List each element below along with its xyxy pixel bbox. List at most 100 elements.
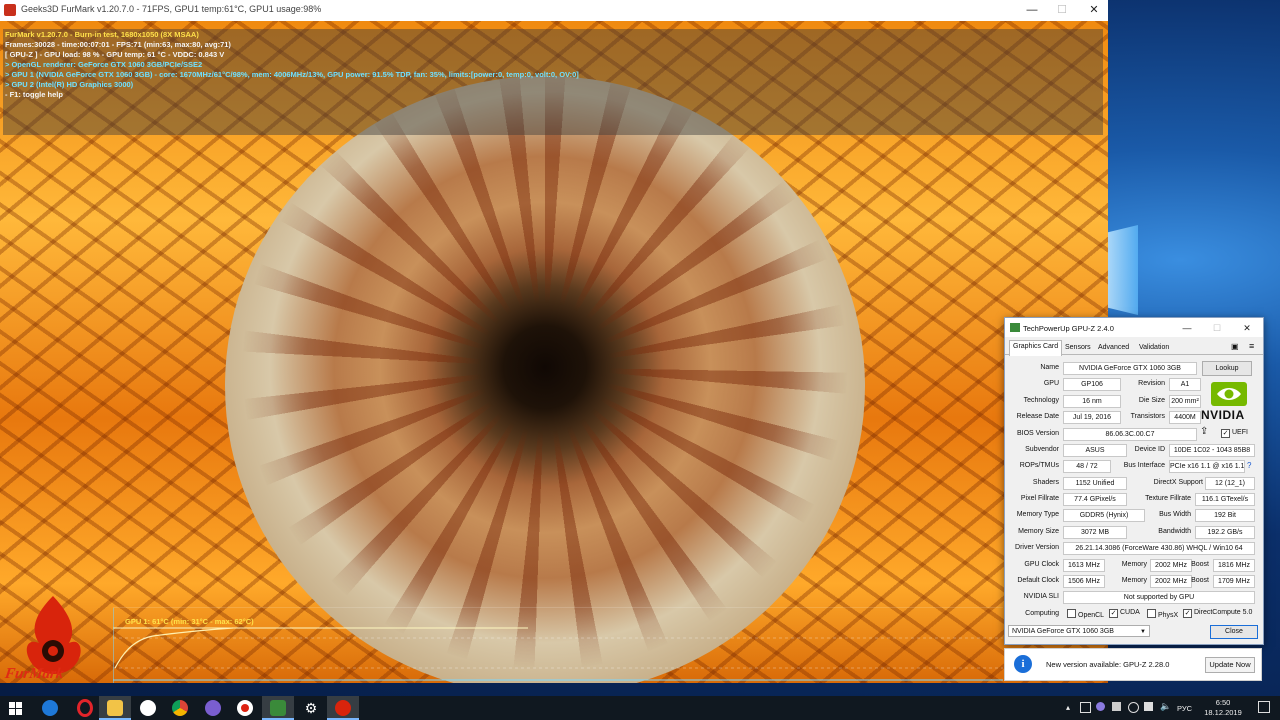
tab-advanced[interactable]: Advanced [1095,342,1132,354]
value-default-boost: 1709 MHz [1213,575,1255,588]
windows-logo-icon [9,702,22,715]
furmark-title: Geeks3D FurMark v1.20.7.0 - 71FPS, GPU1 … [21,4,322,14]
value-gpu: GP106 [1063,378,1121,391]
viber-icon[interactable] [197,696,229,720]
update-notification: i New version available: GPU-Z 2.28.0 Up… [1004,648,1262,681]
edge-icon[interactable] [34,696,66,720]
opera-icon[interactable] [67,696,99,720]
menu-icon[interactable]: ≡ [1249,341,1254,351]
gpuz-titlebar[interactable]: TechPowerUp GPU-Z 2.4.0 — ☐ ✕ [1005,318,1263,337]
tray-chevron-icon[interactable]: ▴ [1066,703,1070,712]
label-memory-clock: Memory [1121,561,1147,568]
label-driver-version: Driver Version [1015,544,1059,551]
tray-network-icon[interactable] [1128,702,1139,713]
value-driver-version: 26.21.14.3086 (ForceWare 430.86) WHQL / … [1063,542,1255,555]
info-icon: i [1014,655,1032,673]
label-release-date: Release Date [1016,413,1059,420]
value-memory-clock: 2002 MHz [1150,559,1192,572]
furmark-window: Geeks3D FurMark v1.20.7.0 - 71FPS, GPU1 … [0,0,1108,683]
label-bandwidth: Bandwidth [1158,528,1191,535]
tab-graphics-card[interactable]: Graphics Card [1009,340,1063,356]
label-revision: Revision [1138,380,1165,387]
label-memory-size: Memory Size [1018,528,1059,535]
value-shaders: 1152 Unified [1063,477,1127,490]
value-default-memory: 2002 MHz [1150,575,1192,588]
chrome-icon[interactable] [164,696,196,720]
cuda-checkbox: ✓ CUDA [1109,609,1140,618]
clock-time[interactable]: 6:50 [1203,698,1243,707]
tray-viber-icon[interactable] [1096,702,1105,711]
gpu-temp-graph-label: GPU 1: 61°C (min: 31°C - max: 62°C) [125,617,254,626]
yandex-browser-icon[interactable] [132,696,164,720]
close-icon[interactable]: ✕ [1233,320,1261,336]
minimize-icon[interactable]: — [1173,320,1201,336]
value-revision: A1 [1169,378,1201,391]
label-gpu: GPU [1043,380,1059,387]
label-shaders: Shaders [1032,479,1059,486]
value-memory-type: GDDR5 (Hynix) [1063,509,1145,522]
chevron-down-icon: ▼ [1140,629,1146,635]
osd-line: - F1: toggle help [5,90,63,99]
maximize-icon[interactable]: ☐ [1048,2,1076,18]
tab-sensors[interactable]: Sensors [1062,342,1094,354]
notifications-icon[interactable] [1258,701,1270,713]
label-memory-type: Memory Type [1016,511,1059,518]
close-button[interactable]: Close [1210,625,1258,639]
osd-line: > GPU 2 (Intel(R) HD Graphics 3000) [5,80,134,89]
camera-icon[interactable]: ▣ [1231,342,1239,351]
tray-device-icon[interactable] [1112,702,1121,711]
label-name: Name [1040,364,1059,371]
value-memory-size: 3072 MB [1063,526,1127,539]
value-bus-width: 192 Bit [1195,509,1255,522]
gpuz-title: TechPowerUp GPU-Z 2.4.0 [1023,324,1114,333]
directcompute-checkbox: ✓ DirectCompute 5.0 [1183,609,1253,618]
label-die-size: Die Size [1138,397,1165,404]
update-now-button[interactable]: Update Now [1205,657,1255,673]
label-computing: Computing [1025,610,1059,617]
tray-display-icon[interactable] [1144,702,1153,711]
settings-icon[interactable]: ⚙ [295,696,327,720]
osd-line: [ GPU-Z ] - GPU load: 98 % - GPU temp: 6… [5,50,225,59]
label-rops-tmus: ROPs/TMUs [1019,462,1059,469]
language-indicator[interactable]: РУС [1177,704,1192,713]
value-bandwidth: 192.2 GB/s [1195,526,1255,539]
label-pixel-fillrate: Pixel Fillrate [1020,495,1059,502]
furmark-osd-panel: FurMark v1.20.7.0 - Burn-in test, 1680x1… [3,29,1103,135]
close-icon[interactable]: ✕ [1080,2,1108,18]
value-texture-fillrate: 116.1 GTexel/s [1195,493,1255,506]
label-boost-clock: Boost [1191,561,1209,568]
label-subvendor: Subvendor [1025,446,1059,453]
gpu-select-dropdown[interactable]: NVIDIA GeForce GTX 1060 3GB ▼ [1008,625,1150,637]
opencl-checkbox: OpenCL [1067,609,1104,619]
value-transistors: 4400M [1169,411,1201,424]
tray-app-icon[interactable] [1080,702,1091,713]
value-default-clock: 1506 MHz [1063,575,1105,588]
value-release-date: Jul 19, 2016 [1063,411,1121,424]
clock-date[interactable]: 18.12.2019 [1197,708,1249,717]
record-icon[interactable] [229,696,261,720]
gpuz-taskbar-icon[interactable] [262,696,294,720]
osd-line: > GPU 1 (NVIDIA GeForce GTX 1060 3GB) - … [5,70,579,79]
value-bios-version: 86.06.3C.00.C7 [1063,428,1197,441]
furmark-taskbar-icon[interactable] [327,696,359,720]
help-icon[interactable]: ? [1247,461,1251,470]
share-icon[interactable]: ⇪ [1200,426,1208,437]
windows-wallpaper-logo [1108,225,1138,315]
label-default-clock: Default Clock [1017,577,1059,584]
tab-validation[interactable]: Validation [1136,342,1172,354]
minimize-icon[interactable]: — [1018,2,1046,18]
value-nvidia-sli: Not supported by GPU [1063,591,1255,604]
update-message: New version available: GPU-Z 2.28.0 [1046,660,1170,669]
furmark-titlebar[interactable]: Geeks3D FurMark v1.20.7.0 - 71FPS, GPU1 … [0,0,1108,22]
volume-icon[interactable]: 🔈 [1160,701,1171,712]
label-directx-support: DirectX Support [1153,479,1203,486]
osd-line: Frames:30028 - time:00:07:01 - FPS:71 (m… [5,40,231,49]
value-technology: 16 nm [1063,395,1121,408]
value-boost-clock: 1816 MHz [1213,559,1255,572]
label-technology: Technology [1023,397,1059,404]
file-explorer-icon[interactable] [99,696,131,720]
lookup-button[interactable]: Lookup [1202,361,1252,376]
maximize-icon[interactable]: ☐ [1203,320,1231,336]
windows-start-icon[interactable] [0,696,32,720]
gpuz-window: TechPowerUp GPU-Z 2.4.0 — ☐ ✕ Graphics C… [1004,317,1264,645]
